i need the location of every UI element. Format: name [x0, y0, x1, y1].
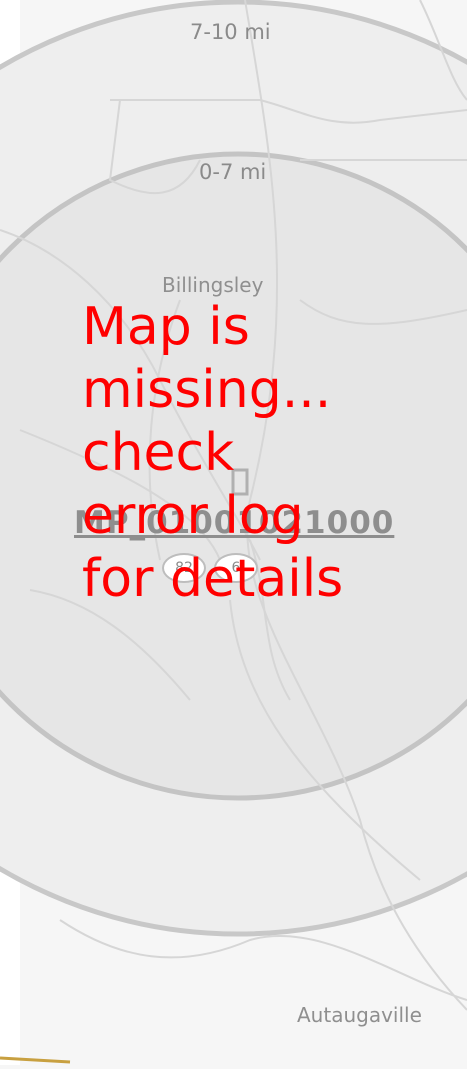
place-label-autaugaville: Autaugaville	[297, 1003, 422, 1027]
ring-label-inner: 0-7 mi	[199, 160, 267, 184]
place-label-billingsley: Billingsley	[162, 273, 264, 297]
map-canvas[interactable]: 7-10 mi 0-7 mi Billingsley Autaugaville …	[0, 0, 467, 1065]
ring-label-outer: 7-10 mi	[190, 20, 271, 44]
map-error-message: Map is missing... check error log for de…	[82, 297, 344, 609]
